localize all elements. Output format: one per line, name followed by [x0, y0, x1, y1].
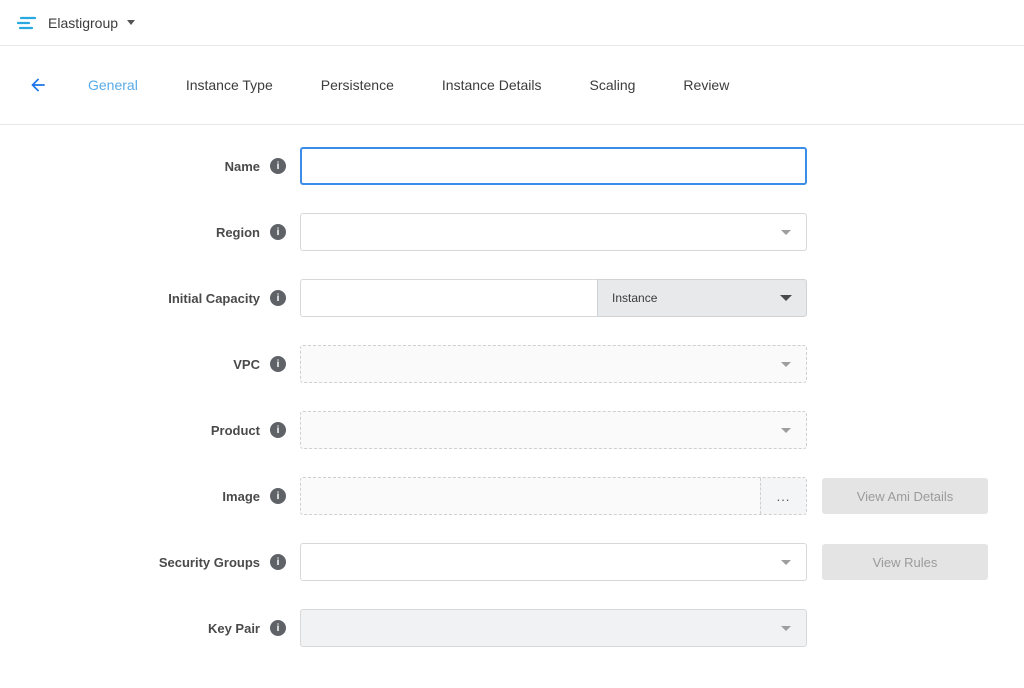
form-row-security-groups: Security Groups i View Rules: [0, 543, 1024, 581]
key-pair-select[interactable]: [300, 609, 807, 647]
tab-instance-details[interactable]: Instance Details: [442, 77, 542, 93]
chevron-down-icon: [781, 428, 791, 433]
product-select: [300, 411, 807, 449]
view-rules-button[interactable]: View Rules: [822, 544, 988, 580]
info-icon[interactable]: i: [270, 158, 286, 174]
info-icon[interactable]: i: [270, 620, 286, 636]
key-pair-label: Key Pair: [208, 621, 260, 636]
form-row-initial-capacity: Initial Capacity i Instance: [0, 279, 1024, 317]
chevron-down-icon: [781, 560, 791, 565]
info-icon[interactable]: i: [270, 422, 286, 438]
view-ami-details-button[interactable]: View Ami Details: [822, 478, 988, 514]
tab-instance-type[interactable]: Instance Type: [186, 77, 273, 93]
tab-review[interactable]: Review: [683, 77, 729, 93]
name-label: Name: [225, 159, 260, 174]
arrow-back-icon: [28, 75, 48, 95]
security-groups-label: Security Groups: [159, 555, 260, 570]
capacity-unit-select[interactable]: Instance: [597, 279, 807, 317]
general-form: Name i Region i Initial Capacity i Insta…: [0, 125, 1024, 647]
elastigroup-logo-icon: [16, 15, 38, 31]
security-groups-select[interactable]: [300, 543, 807, 581]
chevron-down-icon: [780, 295, 792, 301]
info-icon[interactable]: i: [270, 224, 286, 240]
tab-general[interactable]: General: [88, 77, 138, 93]
form-row-key-pair: Key Pair i: [0, 609, 1024, 647]
back-button[interactable]: [26, 73, 50, 97]
image-label: Image: [222, 489, 260, 504]
chevron-down-icon[interactable]: [127, 20, 135, 25]
chevron-down-icon: [781, 626, 791, 631]
wizard-tabbar: General Instance Type Persistence Instan…: [0, 46, 1024, 125]
chevron-down-icon: [781, 362, 791, 367]
chevron-down-icon: [781, 230, 791, 235]
info-icon[interactable]: i: [270, 290, 286, 306]
form-row-product: Product i: [0, 411, 1024, 449]
name-input[interactable]: [300, 147, 807, 185]
region-select[interactable]: [300, 213, 807, 251]
initial-capacity-label: Initial Capacity: [168, 291, 260, 306]
info-icon[interactable]: i: [270, 554, 286, 570]
image-field-group: ...: [300, 477, 807, 515]
tab-persistence[interactable]: Persistence: [321, 77, 394, 93]
product-label: Product: [211, 423, 260, 438]
app-switcher-label[interactable]: Elastigroup: [48, 15, 118, 31]
form-row-image: Image i ... View Ami Details: [0, 477, 1024, 515]
vpc-label: VPC: [233, 357, 260, 372]
initial-capacity-input[interactable]: [300, 279, 597, 317]
form-row-vpc: VPC i: [0, 345, 1024, 383]
info-icon[interactable]: i: [270, 488, 286, 504]
form-row-region: Region i: [0, 213, 1024, 251]
vpc-select: [300, 345, 807, 383]
image-input: [301, 478, 760, 514]
capacity-unit-value: Instance: [612, 291, 657, 305]
region-label: Region: [216, 225, 260, 240]
info-icon[interactable]: i: [270, 356, 286, 372]
app-header: Elastigroup: [0, 0, 1024, 46]
form-row-name: Name i: [0, 147, 1024, 185]
tab-scaling[interactable]: Scaling: [590, 77, 636, 93]
image-browse-button: ...: [760, 478, 806, 514]
